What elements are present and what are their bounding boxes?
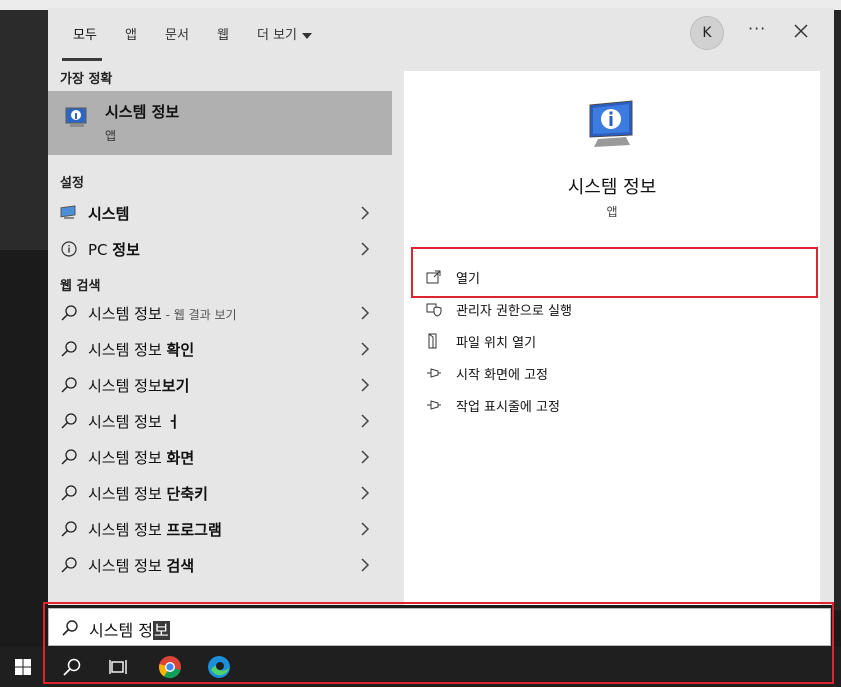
web-search-item[interactable]: 시스템 정보보기	[48, 367, 392, 403]
web-search-item[interactable]: 시스템 정보 - 웹 결과 보기	[48, 295, 392, 331]
preview-title: 시스템 정보	[567, 177, 657, 198]
web-search-item-label: 시스템 정보 단축키	[88, 485, 208, 503]
preview-pane: 시스템 정보 앱 열기 관리자 권한으로 실행 파일 위치 열기 시작 화면에 …	[404, 71, 820, 605]
action-label: 시작 화면에 고정	[456, 368, 548, 383]
action-label: 파일 위치 열기	[456, 336, 537, 351]
highlight-box-search-and-taskbar	[43, 602, 834, 684]
settings-item-label: PC 정보	[88, 241, 140, 259]
shield-icon	[426, 303, 442, 317]
chevron-right-icon	[361, 414, 370, 428]
highlight-box-open-action	[411, 247, 818, 298]
chevron-right-icon	[361, 206, 370, 220]
chevron-right-icon	[361, 378, 370, 392]
chevron-right-icon	[361, 342, 370, 356]
tab-more[interactable]: 더 보기	[257, 24, 313, 43]
results-list: 가장 정확 시스템 정보 앱 설정 시스템 PC 정보 웹 검색 시스템 정보 …	[48, 64, 392, 605]
tab-all[interactable]: 모두	[73, 24, 97, 43]
best-match-subtitle: 앱	[105, 129, 117, 143]
tab-web[interactable]: 웹	[217, 24, 229, 43]
web-search-item[interactable]: 시스템 정보 확인	[48, 331, 392, 367]
action-pin-to-start[interactable]: 시작 화면에 고정	[426, 360, 806, 386]
action-label: 관리자 권한으로 실행	[456, 304, 572, 319]
chevron-down-icon	[302, 32, 313, 39]
account-avatar[interactable]: K	[690, 16, 724, 50]
chevron-right-icon	[361, 522, 370, 536]
windows-start-icon[interactable]	[8, 653, 38, 681]
search-icon	[61, 449, 77, 465]
info-circle-icon	[61, 241, 77, 257]
best-match-title: 시스템 정보	[105, 103, 180, 121]
web-search-item-label: 시스템 정보 검색	[88, 557, 195, 575]
tab-apps[interactable]: 앱	[125, 24, 137, 43]
tab-more-label: 더 보기	[257, 28, 298, 43]
settings-item-system[interactable]: 시스템	[48, 195, 392, 231]
chevron-right-icon	[361, 486, 370, 500]
pin-icon	[427, 368, 441, 378]
search-icon	[61, 521, 77, 537]
web-search-item[interactable]: 시스템 정보 프로그램	[48, 511, 392, 547]
monitor-icon	[60, 205, 76, 219]
action-label: 작업 표시줄에 고정	[456, 400, 560, 415]
action-open-file-location[interactable]: 파일 위치 열기	[426, 328, 806, 354]
action-run-as-admin[interactable]: 관리자 권한으로 실행	[426, 296, 806, 322]
chevron-right-icon	[361, 558, 370, 572]
more-options-button[interactable]: ···	[748, 19, 766, 38]
web-search-item[interactable]: 시스템 정보 검색	[48, 547, 392, 583]
filter-tabs: 모두 앱 문서 웹 더 보기 K ···	[48, 8, 834, 64]
preview-subtitle: 앱	[606, 205, 618, 219]
pin-icon	[427, 400, 441, 410]
desktop-background	[0, 10, 48, 250]
chevron-right-icon	[361, 306, 370, 320]
chevron-right-icon	[361, 450, 370, 464]
tab-documents[interactable]: 문서	[165, 24, 189, 43]
settings-heading: 설정	[60, 176, 84, 191]
search-icon	[61, 485, 77, 501]
chevron-right-icon	[361, 242, 370, 256]
active-tab-indicator	[62, 58, 102, 61]
search-icon	[61, 377, 77, 393]
search-icon	[61, 341, 77, 357]
web-search-item-label: 시스템 정보 프로그램	[88, 521, 222, 539]
file-location-icon	[428, 333, 437, 349]
web-search-item[interactable]: 시스템 정보 화면	[48, 439, 392, 475]
settings-item-pc-info[interactable]: PC 정보	[48, 231, 392, 267]
web-search-item-label: 시스템 정보 ㅓ	[88, 413, 181, 431]
best-match-item[interactable]: 시스템 정보 앱	[48, 91, 392, 155]
search-icon	[61, 305, 77, 321]
start-search-panel: 모두 앱 문서 웹 더 보기 K ··· 가장 정확 시스템 정보 앱 설정 시…	[48, 8, 834, 605]
web-search-item-label: 시스템 정보보기	[88, 377, 190, 395]
web-search-item[interactable]: 시스템 정보 ㅓ	[48, 403, 392, 439]
best-match-heading: 가장 정확	[60, 72, 113, 87]
system-information-icon	[65, 107, 87, 127]
action-pin-to-taskbar[interactable]: 작업 표시줄에 고정	[426, 392, 806, 418]
web-search-item-label: 시스템 정보 - 웹 결과 보기	[88, 305, 237, 323]
web-search-heading: 웹 검색	[60, 279, 101, 294]
system-information-icon	[589, 100, 633, 147]
settings-item-label: 시스템	[88, 205, 130, 223]
close-icon[interactable]	[792, 22, 810, 40]
search-icon	[61, 413, 77, 429]
search-icon	[61, 557, 77, 573]
web-search-item-label: 시스템 정보 화면	[88, 449, 195, 467]
desktop-right-edge	[834, 10, 841, 610]
web-search-item-label: 시스템 정보 확인	[88, 341, 195, 359]
web-search-item[interactable]: 시스템 정보 단축키	[48, 475, 392, 511]
